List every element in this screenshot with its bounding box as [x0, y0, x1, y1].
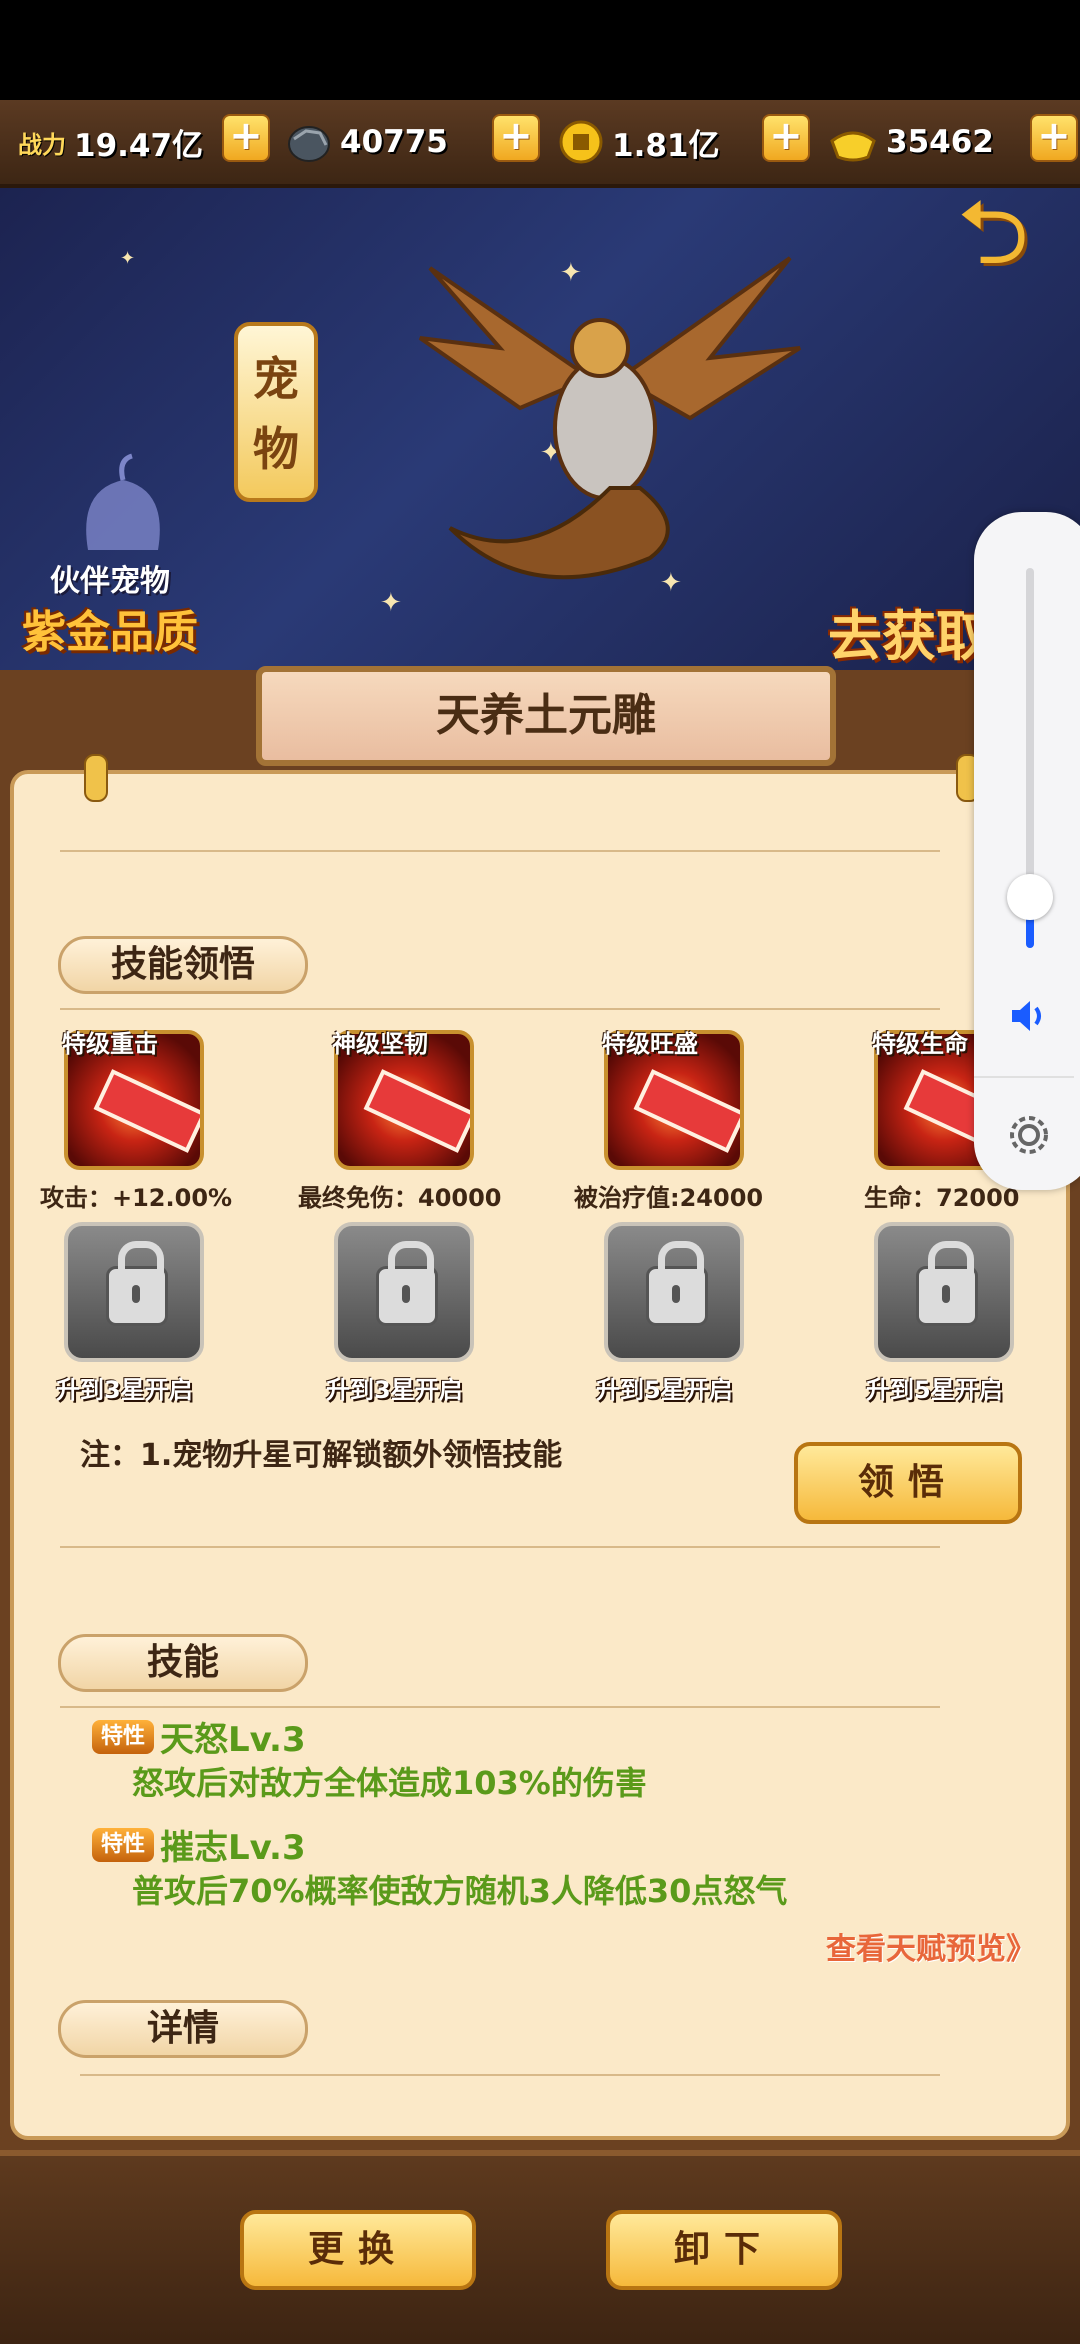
chick-silhouette-icon — [86, 453, 160, 550]
coin-value: 1.81亿 — [612, 127, 720, 164]
gold-ingot-icon — [830, 131, 876, 162]
skill-name: 特级旺盛 — [602, 1030, 698, 1058]
power-display: 战力 19.47亿 — [18, 112, 203, 172]
lock-icon — [376, 1241, 438, 1326]
coin-display: 1.81亿 — [558, 112, 720, 172]
skill-stat: 被治疗值:24000 — [574, 1184, 764, 1212]
divider — [974, 1076, 1074, 1078]
gold-value: 35462 — [886, 124, 994, 160]
skill-name: 特级重击 — [62, 1030, 158, 1058]
partner-pet-label: 伙伴宠物 — [50, 564, 170, 599]
coin-icon — [559, 120, 603, 164]
trait-name: 天怒Lv.3 — [160, 1720, 306, 1760]
detail-scroll-area[interactable]: 技能领悟 特级重击 神级坚韧 特级旺盛 特级生命 攻击：+12.00% 最终免伤… — [10, 770, 1070, 2140]
star-icon: ✦ — [120, 248, 136, 269]
skill-stat: 攻击：+12.00% — [40, 1184, 233, 1212]
divider — [60, 1546, 940, 1548]
scroll-pin — [84, 754, 108, 802]
unlock-requirement: 升到5星开启 — [596, 1376, 733, 1404]
talent-preview-link[interactable]: 查看天赋预览》 — [826, 1924, 1036, 1968]
pet-type-tag: 宠物 — [234, 322, 318, 502]
details-header: 详情 — [58, 2000, 308, 2058]
unlock-requirement: 升到3星开启 — [326, 1376, 463, 1404]
unlock-requirement: 升到5星开启 — [866, 1376, 1003, 1404]
add-coin-button[interactable]: + — [762, 114, 810, 162]
power-label: 战力 — [18, 130, 66, 159]
replace-button[interactable]: 更换 — [240, 2210, 476, 2290]
volume-slider-handle[interactable] — [1007, 874, 1053, 920]
gold-display: 35462 — [828, 112, 994, 172]
lock-icon — [646, 1241, 708, 1326]
bottom-action-bar — [0, 2150, 1080, 2344]
quality-label: 紫金品质 — [22, 607, 198, 658]
lock-icon — [106, 1241, 168, 1326]
ore-value: 40775 — [340, 124, 448, 160]
locked-skill-slot[interactable] — [874, 1222, 1014, 1362]
resource-bar: 战力 19.47亿 + 40775 + 1.81亿 + 35462 + — [0, 100, 1080, 188]
locked-skill-slot[interactable] — [64, 1222, 204, 1362]
divider — [80, 2074, 940, 2076]
divider — [60, 1008, 940, 1010]
add-power-button[interactable]: + — [222, 114, 270, 162]
unlock-requirement: 升到3星开启 — [56, 1376, 193, 1404]
add-gold-button[interactable]: + — [1030, 114, 1078, 162]
trait-description: 普攻后70%概率使敌方随机3人降低30点怒气 — [132, 1872, 788, 1910]
trait-badge: 特性 — [92, 1828, 154, 1862]
trait-description: 怒攻后对敌方全体造成103%的伤害 — [132, 1764, 647, 1802]
insight-note: 注：1.宠物升星可解锁额外领悟技能 — [80, 1438, 563, 1473]
pet-name-plate: 天养土元雕 — [256, 666, 836, 766]
power-value: 19.47亿 — [74, 127, 204, 164]
skill-name: 神级坚韧 — [332, 1030, 428, 1058]
volume-overlay — [974, 512, 1080, 1190]
skill-stat: 生命：72000 — [864, 1184, 1020, 1212]
ore-icon — [288, 126, 330, 162]
back-arrow-button[interactable]: ⮌ — [938, 188, 1048, 278]
add-ore-button[interactable]: + — [492, 114, 540, 162]
pet-eagle-image — [418, 256, 802, 580]
skills-header: 技能 — [58, 1634, 308, 1692]
divider — [60, 850, 940, 852]
insight-button[interactable]: 领悟 — [794, 1442, 1022, 1524]
skill-insight-header: 技能领悟 — [58, 936, 308, 994]
trait-name: 摧志Lv.3 — [160, 1828, 306, 1868]
star-icon: ✦ — [380, 588, 402, 618]
pet-name: 天养土元雕 — [436, 690, 656, 741]
ore-display: 40775 — [286, 112, 448, 172]
locked-skill-slot[interactable] — [604, 1222, 744, 1362]
unequip-button[interactable]: 卸下 — [606, 2210, 842, 2290]
status-bar — [0, 0, 1080, 100]
divider — [60, 1706, 940, 1708]
trait-badge: 特性 — [92, 1720, 154, 1754]
locked-skill-slot[interactable] — [334, 1222, 474, 1362]
speaker-icon[interactable] — [1008, 996, 1050, 1036]
skill-stat: 最终免伤：40000 — [298, 1184, 502, 1212]
skill-name: 特级生命 — [872, 1030, 968, 1058]
settings-gear-icon[interactable] — [1004, 1110, 1054, 1160]
lock-icon — [916, 1241, 978, 1326]
